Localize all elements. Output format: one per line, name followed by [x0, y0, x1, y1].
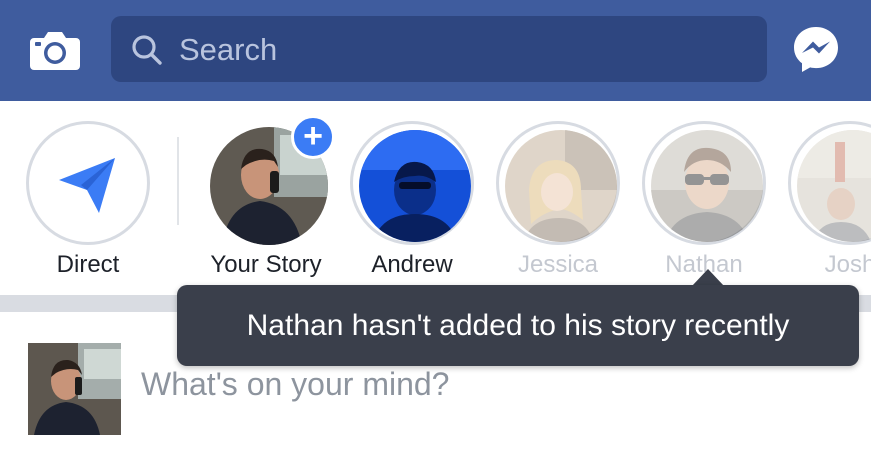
stories-divider — [177, 137, 179, 225]
jessica-avatar — [505, 130, 617, 242]
nathan-avatar — [651, 130, 763, 242]
story-label-your-story: Your Story — [210, 251, 322, 278]
story-andrew[interactable]: Andrew — [337, 101, 487, 295]
direct-ring — [26, 121, 150, 245]
messenger-button[interactable] — [791, 24, 841, 74]
composer-avatar[interactable] — [28, 343, 121, 435]
search-bar[interactable] — [111, 16, 767, 84]
andrew-avatar — [359, 130, 471, 242]
story-label-josh: Josh — [824, 251, 871, 278]
josh-ring — [788, 121, 871, 245]
search-icon — [132, 35, 162, 65]
josh-avatar — [797, 130, 871, 242]
messenger-icon — [794, 27, 838, 72]
story-label-andrew: Andrew — [371, 251, 453, 278]
search-input[interactable] — [177, 16, 751, 84]
story-josh[interactable]: Josh — [775, 101, 871, 295]
add-to-story-button[interactable]: + — [291, 115, 335, 159]
story-label-jessica: Jessica — [517, 251, 599, 278]
top-navigation-bar — [0, 0, 871, 101]
jessica-ring — [496, 121, 620, 245]
stories-tray: Direct Your Story + Andrew Jessica Natha… — [0, 101, 871, 295]
story-tooltip: Nathan hasn't added to his story recentl… — [177, 285, 859, 366]
camera-button[interactable] — [28, 28, 82, 72]
plus-icon: + — [303, 117, 323, 155]
tooltip-arrow — [692, 269, 724, 286]
camera-icon — [30, 32, 80, 70]
paper-plane-icon — [59, 158, 115, 213]
story-jessica[interactable]: Jessica — [483, 101, 633, 295]
andrew-ring — [350, 121, 474, 245]
story-label-direct: Direct — [56, 251, 120, 278]
story-nathan[interactable]: Nathan — [629, 101, 779, 295]
nathan-ring — [642, 121, 766, 245]
story-direct[interactable]: Direct — [13, 101, 163, 295]
status-composer-prompt[interactable]: What's on your mind? — [141, 366, 449, 403]
